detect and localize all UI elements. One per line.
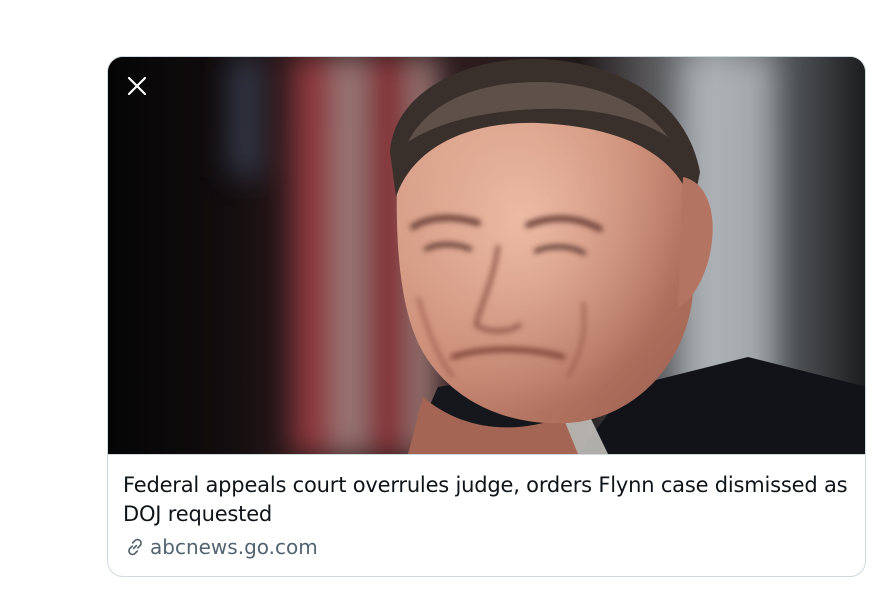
card-text-area[interactable]: Federal appeals court overrules judge, o… [108, 454, 865, 576]
card-headline[interactable]: Federal appeals court overrules judge, o… [123, 471, 850, 529]
source-domain[interactable]: abcnews.go.com [150, 535, 318, 559]
link-preview-card[interactable]: Federal appeals court overrules judge, o… [107, 56, 866, 577]
link-icon [123, 535, 147, 559]
portrait-photo [108, 57, 865, 454]
close-button[interactable] [122, 71, 152, 101]
close-icon [127, 76, 147, 96]
preview-image[interactable] [108, 57, 865, 454]
source-domain-row[interactable]: abcnews.go.com [123, 535, 850, 559]
